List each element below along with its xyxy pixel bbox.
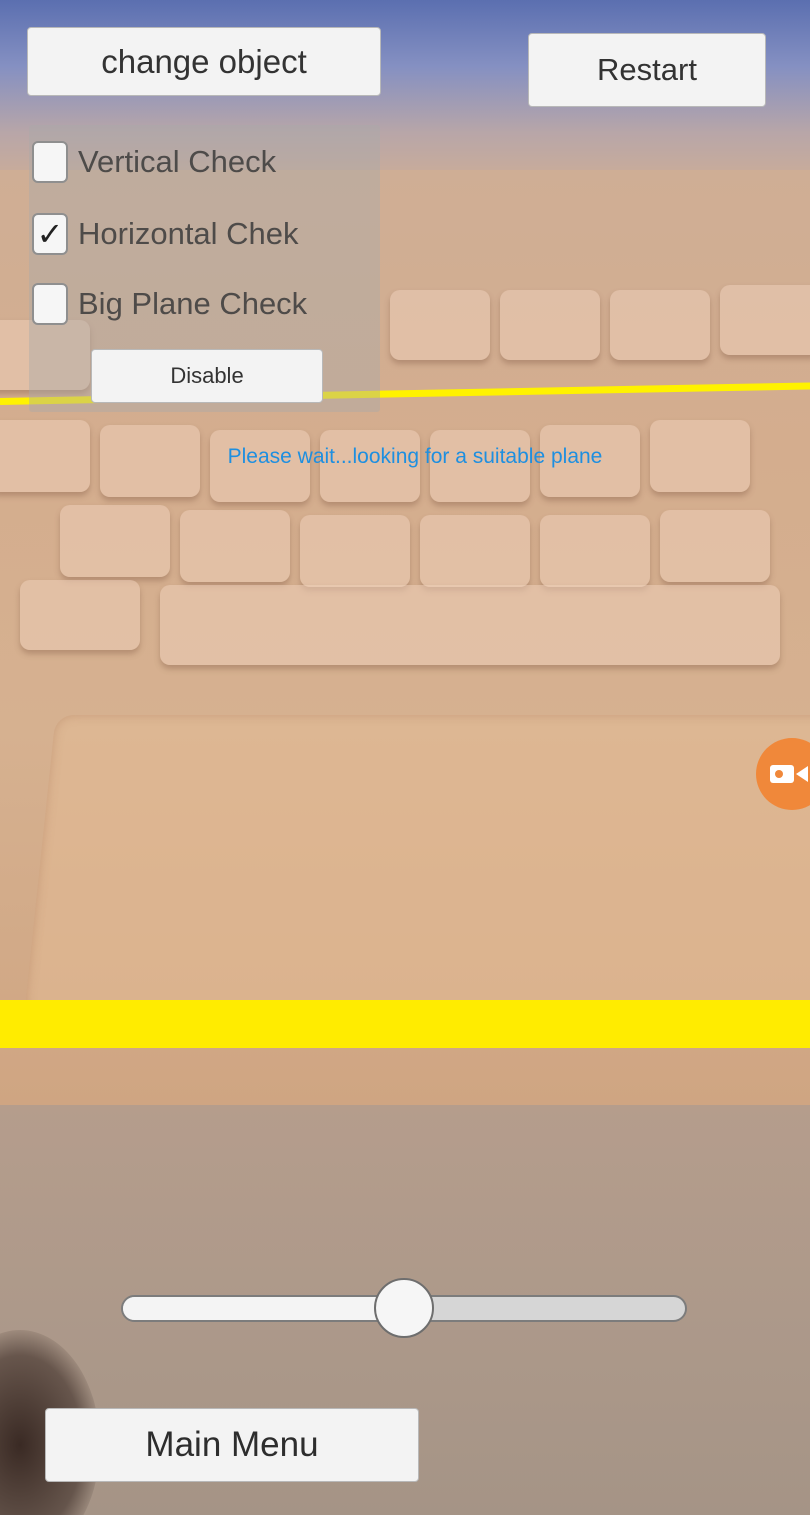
- camera-trackpad: [24, 715, 810, 1015]
- vertical-check-checkbox[interactable]: [32, 141, 68, 183]
- vertical-check-option[interactable]: Vertical Check: [32, 138, 276, 186]
- ar-camera-screen: change object Restart Vertical Check ✓ H…: [0, 0, 810, 1515]
- main-menu-button[interactable]: Main Menu: [45, 1408, 419, 1482]
- big-plane-check-label: Big Plane Check: [78, 286, 308, 321]
- big-plane-check-option[interactable]: Big Plane Check: [32, 280, 307, 328]
- change-object-button[interactable]: change object: [27, 27, 381, 96]
- big-plane-check-checkbox[interactable]: [32, 283, 68, 325]
- disable-button[interactable]: Disable: [91, 349, 323, 403]
- horizontal-check-checkbox[interactable]: ✓: [32, 213, 68, 255]
- scale-slider-fill: [123, 1297, 404, 1320]
- horizontal-check-option[interactable]: ✓ Horizontal Chek: [32, 210, 299, 258]
- status-message: Please wait...looking for a suitable pla…: [227, 445, 603, 468]
- scale-slider-thumb[interactable]: [374, 1278, 434, 1338]
- horizontal-check-label: Horizontal Chek: [78, 216, 299, 251]
- restart-button[interactable]: Restart: [528, 33, 766, 107]
- video-camera-icon: [770, 765, 808, 783]
- vertical-check-label: Vertical Check: [78, 144, 277, 179]
- plane-detection-band: [0, 1000, 810, 1048]
